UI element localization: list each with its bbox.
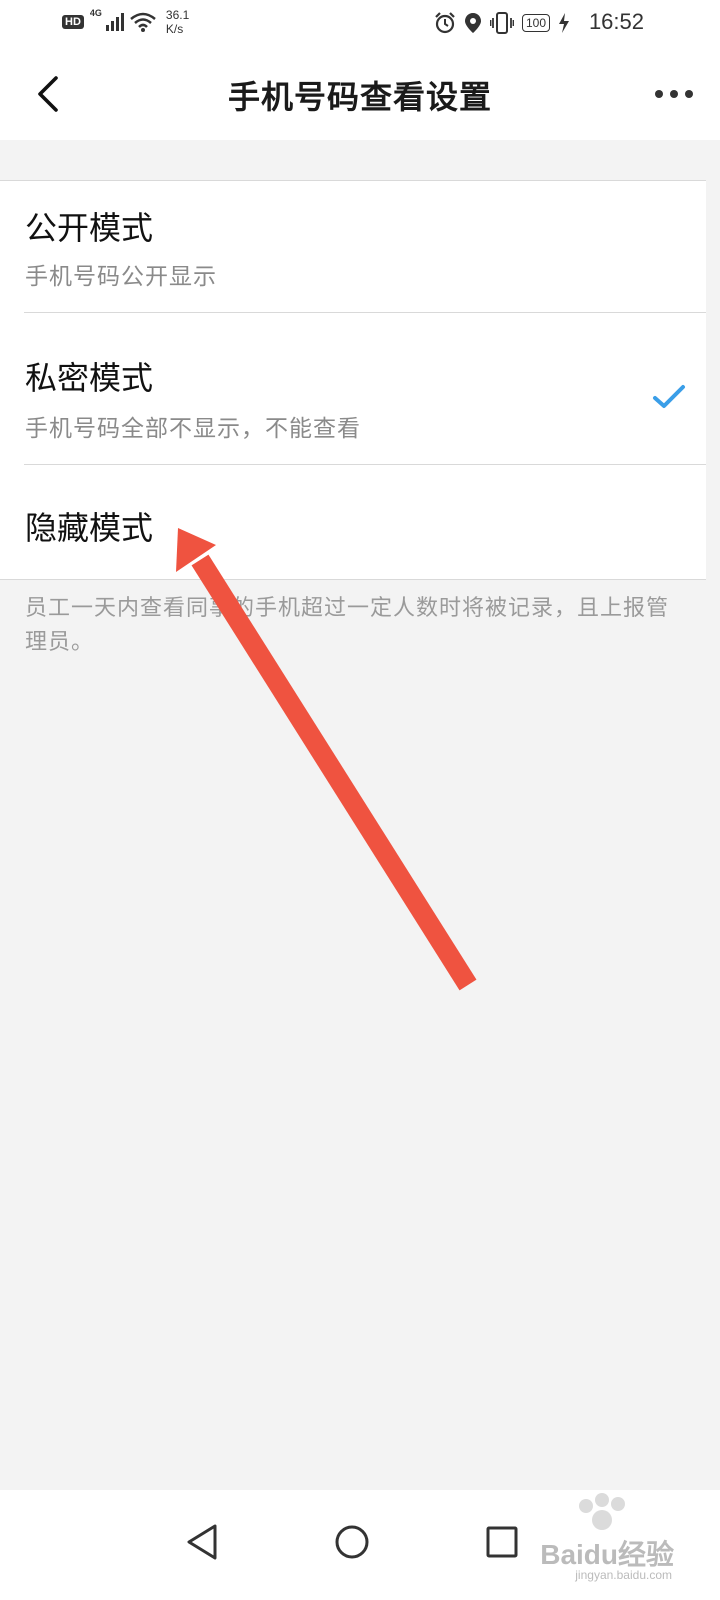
nav-home-button[interactable] [322,1512,382,1572]
option-public-mode[interactable]: 公开模式 手机号码公开显示 [0,181,706,312]
visibility-options-list: 公开模式 手机号码公开显示 私密模式 手机号码全部不显示，不能查看 隐藏模式 [0,180,706,580]
option-title: 隐藏模式 [25,509,154,547]
status-right: 100 [434,12,570,34]
status-left: HD 4G 36.1 K/s [62,8,189,36]
option-description: 手机号码公开显示 [25,264,217,290]
square-recents-icon [486,1526,518,1558]
triangle-back-icon [187,1524,217,1560]
battery-icon: 100 [521,14,550,32]
app-header: 手机号码查看设置 [0,48,720,140]
charging-icon [559,13,569,33]
cell-signal-icon [105,13,124,31]
network-speed: 36.1 K/s [166,8,189,36]
option-title: 公开模式 [25,209,154,247]
option-hidden-mode[interactable]: 隐藏模式 [0,465,706,579]
wifi-icon [130,12,156,32]
watermark-text: Baidu经验 [540,1539,674,1570]
hd-badge: HD [62,15,84,29]
watermark-url: jingyan.baidu.com [575,1568,672,1582]
more-options-button[interactable] [646,84,702,104]
speed-value: 36.1 [165,8,190,22]
page-title: 手机号码查看设置 [227,78,492,116]
network-type-label: 4G [89,8,102,18]
more-dots-icon [655,90,663,98]
location-icon [464,13,481,33]
option-title: 私密模式 [25,359,154,397]
speed-unit: K/s [165,22,184,36]
nav-recents-button[interactable] [472,1512,532,1572]
status-bar: HD 4G 36.1 K/s 100 16:52 [0,0,720,48]
alarm-icon [435,12,455,34]
clock: 16:52 [588,9,644,34]
vibrate-icon [489,12,514,34]
option-private-mode[interactable]: 私密模式 手机号码全部不显示，不能查看 [0,313,706,464]
footer-note: 员工一天内查看同事的手机超过一定人数时将被记录，且上报管理员。 [25,596,670,655]
nav-back-button[interactable] [172,1512,232,1572]
checkmark-icon [653,385,685,408]
option-description: 手机号码全部不显示，不能查看 [25,416,361,442]
circle-home-icon [335,1525,369,1559]
